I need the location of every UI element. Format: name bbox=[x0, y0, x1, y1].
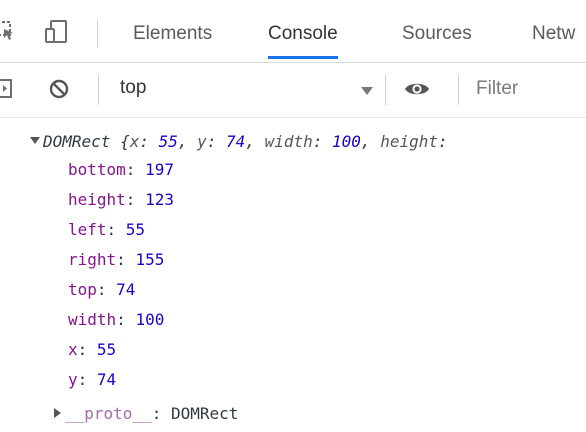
toolbar-divider bbox=[97, 20, 98, 48]
comma: , bbox=[245, 132, 265, 151]
eye-icon[interactable] bbox=[404, 78, 430, 105]
colon: : bbox=[125, 190, 146, 209]
console-output: DOMRect {x: 55, y: 74, width: 100, heigh… bbox=[0, 118, 586, 432]
devtools-tab-bar: Elements Console Sources Netw bbox=[0, 0, 586, 63]
proto-value: DOMRect bbox=[170, 404, 239, 423]
colon: : bbox=[151, 404, 171, 423]
property-key: height bbox=[68, 190, 126, 209]
object-class-name: DOMRect bbox=[43, 132, 111, 151]
property-value: 74 bbox=[116, 280, 136, 299]
property-key: x bbox=[68, 340, 78, 359]
preview-key: x bbox=[129, 132, 140, 151]
console-toolbar: top bbox=[0, 63, 586, 118]
property-key: left bbox=[68, 220, 107, 239]
collapse-arrow-icon[interactable] bbox=[54, 408, 61, 418]
colon: : bbox=[116, 310, 136, 329]
property-row: x: 55 bbox=[68, 340, 116, 360]
property-value: 155 bbox=[135, 250, 165, 269]
toolbar-divider bbox=[385, 75, 386, 105]
tab-console[interactable]: Console bbox=[268, 19, 338, 59]
object-summary-row[interactable]: DOMRect {x: 55, y: 74, width: 100, heigh… bbox=[30, 132, 448, 151]
colon: : bbox=[312, 132, 333, 151]
property-row: right: 155 bbox=[68, 250, 164, 270]
preview-value: 55 bbox=[158, 132, 178, 151]
property-key: top bbox=[68, 280, 97, 299]
property-value: 55 bbox=[96, 340, 117, 359]
proto-row[interactable]: __proto__: DOMRect bbox=[54, 404, 238, 423]
property-key: bottom bbox=[68, 160, 126, 179]
preview-value: 100 bbox=[332, 132, 361, 151]
preview-key: height bbox=[380, 132, 438, 151]
dropdown-arrow-icon[interactable] bbox=[361, 87, 373, 95]
property-row: top: 74 bbox=[68, 280, 135, 300]
colon: : bbox=[116, 250, 136, 269]
colon: : bbox=[77, 340, 97, 359]
comma: , bbox=[360, 132, 381, 151]
colon: : bbox=[77, 370, 97, 389]
colon: : bbox=[106, 220, 126, 239]
property-key: right bbox=[68, 250, 117, 269]
property-value: 197 bbox=[145, 160, 174, 179]
tab-elements[interactable]: Elements bbox=[133, 19, 212, 53]
property-key: y bbox=[68, 370, 78, 389]
property-value: 74 bbox=[96, 370, 117, 389]
colon: : bbox=[206, 132, 227, 151]
comma: , bbox=[177, 132, 198, 151]
colon: : bbox=[96, 280, 117, 299]
toolbar-divider bbox=[458, 75, 459, 105]
proto-key: __proto__ bbox=[65, 404, 152, 423]
preview-value: 74 bbox=[226, 132, 246, 151]
colon: : bbox=[125, 160, 146, 179]
colon: : bbox=[139, 132, 159, 151]
brace-open: { bbox=[110, 132, 130, 151]
property-row: width: 100 bbox=[68, 310, 164, 330]
tab-sources[interactable]: Sources bbox=[402, 19, 472, 53]
property-value: 55 bbox=[125, 220, 146, 239]
filter-input[interactable] bbox=[468, 73, 586, 105]
property-value: 100 bbox=[135, 310, 165, 329]
preview-key: width bbox=[264, 132, 313, 151]
property-row: y: 74 bbox=[68, 370, 116, 390]
property-key: width bbox=[68, 310, 117, 329]
sidebar-toggle-icon[interactable] bbox=[0, 78, 14, 105]
context-selector[interactable]: top bbox=[120, 77, 146, 99]
property-row: bottom: 197 bbox=[68, 160, 174, 180]
colon: : bbox=[437, 132, 448, 151]
clear-console-icon[interactable] bbox=[48, 78, 70, 105]
inspect-element-icon[interactable] bbox=[0, 20, 16, 47]
expand-arrow-icon[interactable] bbox=[30, 137, 40, 144]
property-row: left: 55 bbox=[68, 220, 145, 240]
property-row: height: 123 bbox=[68, 190, 174, 210]
tab-network[interactable]: Netw bbox=[532, 19, 575, 53]
device-toggle-icon[interactable] bbox=[44, 20, 70, 49]
property-value: 123 bbox=[145, 190, 174, 209]
toolbar-divider bbox=[98, 75, 99, 105]
preview-key: y bbox=[197, 132, 207, 151]
